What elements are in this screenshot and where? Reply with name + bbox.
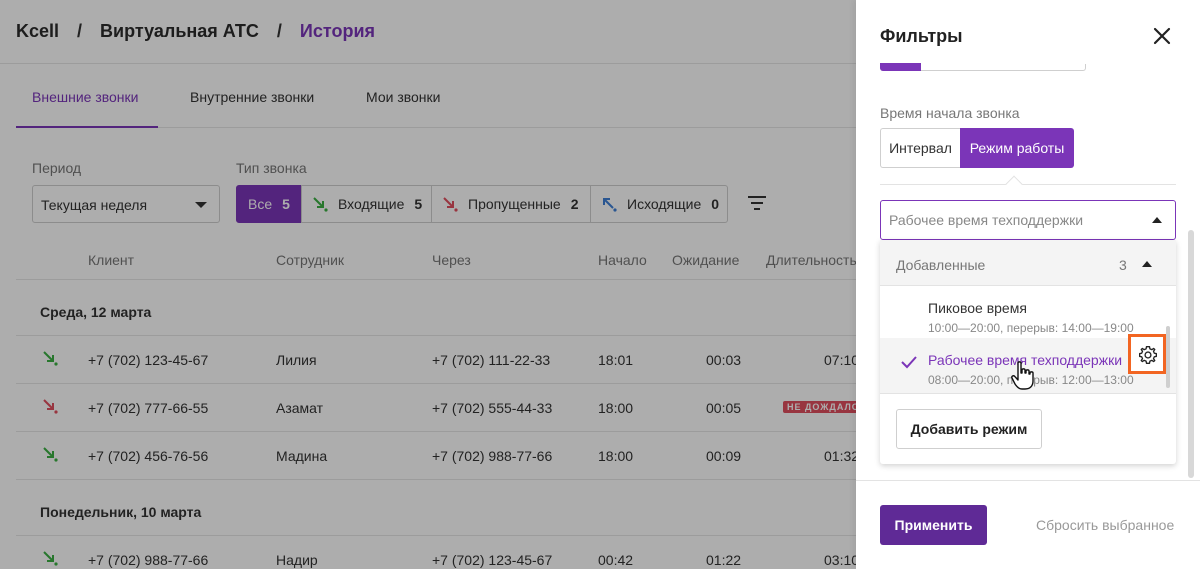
- section-divider: [880, 184, 1176, 185]
- work-mode-input[interactable]: [889, 210, 1139, 230]
- footer-divider: [856, 480, 1200, 481]
- filters-drawer: Фильтры Время начала звонка Интервал Реж…: [856, 0, 1200, 569]
- work-mode-dropdown: Добавленные 3 Пиковое время 10:00—20:00,…: [880, 240, 1176, 464]
- modal-backdrop[interactable]: [0, 0, 856, 569]
- selected-segment: [880, 63, 921, 71]
- drawer-scrollbar[interactable]: [1188, 230, 1194, 478]
- toggle-work-mode[interactable]: Режим работы: [960, 128, 1074, 168]
- chevron-up-icon: [1142, 261, 1152, 267]
- drawer-title: Фильтры: [880, 26, 963, 46]
- close-icon[interactable]: [1152, 26, 1172, 46]
- option-name: Пиковое время: [928, 300, 1027, 316]
- dropdown-section-header[interactable]: Добавленные 3: [880, 240, 1176, 286]
- hand-pointer-icon: [1010, 360, 1036, 392]
- check-icon: [900, 354, 918, 370]
- toggle-interval[interactable]: Интервал: [880, 128, 960, 168]
- scrolled-segment-control[interactable]: [880, 63, 1086, 71]
- add-mode-button[interactable]: Добавить режим: [896, 409, 1042, 449]
- work-mode-combobox[interactable]: [880, 200, 1176, 240]
- call-start-time-label: Время начала звонка: [880, 105, 1020, 121]
- dropdown-scrollbar[interactable]: [1166, 326, 1170, 388]
- edit-mode-button[interactable]: [1128, 334, 1166, 374]
- dropdown-section-count: 3: [1119, 257, 1127, 273]
- apply-button[interactable]: Применить: [880, 505, 987, 545]
- reset-selection-link[interactable]: Сбросить выбранное: [1036, 517, 1174, 533]
- toggle-pointer-notch: [1005, 175, 1023, 193]
- dropdown-divider: [880, 393, 1176, 394]
- dropdown-section-title: Добавленные: [896, 257, 986, 273]
- gear-icon: [1138, 345, 1158, 365]
- chevron-up-icon[interactable]: [1152, 217, 1162, 223]
- option-schedule: 10:00—20:00, перерыв: 14:00—19:00: [928, 321, 1134, 335]
